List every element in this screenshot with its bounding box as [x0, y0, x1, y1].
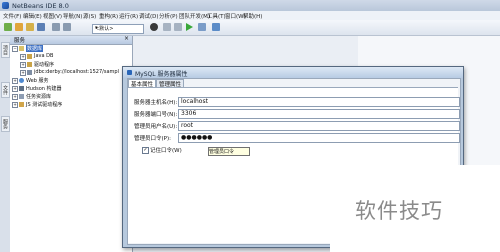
dialog-title-bar[interactable]: MySQL 服务器属性 [123, 67, 463, 78]
drivers-folder-icon [27, 62, 32, 67]
port-field[interactable]: 3306 [178, 109, 460, 119]
tree-item-js-test-driver[interactable]: + JS 测试驱动程序 [10, 101, 132, 108]
host-value: localhost [181, 98, 208, 105]
js-test-icon [19, 102, 24, 107]
new-file-icon[interactable] [4, 23, 12, 31]
menu-debug[interactable]: 调试(D) [139, 12, 159, 20]
hammer-build-icon[interactable] [163, 23, 171, 31]
menu-source[interactable]: 源(S) [83, 12, 96, 20]
menu-edit[interactable]: 编辑(E) [23, 12, 42, 20]
profile-icon[interactable] [212, 23, 220, 31]
java-db-icon [27, 54, 32, 59]
tree-item-drivers[interactable]: + 驱动程序 [10, 61, 132, 68]
database-icon [19, 46, 24, 51]
hudson-icon [19, 86, 24, 91]
menu-tools[interactable]: 工具(T) [207, 12, 226, 20]
tree-item-label: Hudson 构建器 [26, 86, 62, 92]
watermark-text: 软件技巧 [355, 199, 443, 223]
port-label: 服务器端口号(N): [134, 112, 178, 118]
admin-user-label: 管理员用户名(U): [134, 124, 178, 130]
tree-item-label: 数据库 [26, 45, 44, 52]
menu-refactor[interactable]: 重构(R) [99, 12, 118, 20]
expand-icon[interactable]: + [20, 54, 26, 60]
admin-password-value: ●●●●●● [181, 134, 213, 141]
window-title: NetBeans IDE 8.0 [12, 2, 69, 10]
dialog-app-icon [127, 70, 132, 75]
menu-team[interactable]: 团队开发(M) [179, 12, 210, 20]
expand-icon[interactable]: + [20, 70, 26, 76]
tree-item-label: Web 服务 [26, 78, 49, 84]
services-panel: 服务 × − 数据库 + Java DB + 驱动程序 + jdbc:derby… [10, 35, 133, 252]
remember-password-label: 记住口令(W) [150, 148, 182, 154]
expand-icon[interactable]: + [12, 78, 18, 84]
menu-profile[interactable]: 分析(P) [159, 12, 178, 20]
expand-icon[interactable]: + [12, 94, 18, 100]
repository-icon [19, 94, 24, 99]
config-settings-icon[interactable] [150, 23, 158, 31]
run-icon[interactable] [186, 23, 193, 31]
tree-item-javadb[interactable]: + Java DB [10, 53, 132, 60]
collapse-icon[interactable]: − [12, 46, 18, 52]
configuration-select[interactable]: <默认> ▾ [92, 24, 144, 34]
port-value: 3306 [181, 110, 197, 117]
tree-item-label: jdbc:derby://localhost:1527/sampl [34, 69, 119, 75]
menu-help[interactable]: 帮助(H) [243, 12, 262, 20]
tab-projects[interactable]: 项目 [1, 42, 10, 58]
globe-icon [19, 78, 24, 83]
admin-password-label: 管理员口令(P): [134, 136, 171, 142]
tree-item-databases[interactable]: − 数据库 [10, 45, 132, 52]
tab-files[interactable]: 文件 [1, 82, 10, 98]
services-panel-title: 服务 [14, 38, 26, 44]
chevron-down-icon: ▾ [95, 25, 98, 31]
host-field[interactable]: localhost [178, 97, 460, 107]
menu-view[interactable]: 视图(V) [43, 12, 62, 20]
dialog-title: MySQL 服务器属性 [135, 71, 188, 78]
save-all-icon[interactable] [37, 23, 45, 31]
undo-icon[interactable] [52, 23, 60, 31]
netbeans-logo-icon [2, 2, 9, 9]
connection-icon [27, 70, 32, 75]
admin-password-field[interactable]: ●●●●●● [178, 133, 460, 143]
tree-item-label: 任务资源库 [26, 94, 52, 100]
tree-item-task-repositories[interactable]: + 任务资源库 [10, 93, 132, 100]
menu-file[interactable]: 文件(F) [3, 12, 21, 20]
host-label: 服务器主机名(H): [134, 100, 178, 106]
window-title-bar: NetBeans IDE 8.0 [0, 0, 500, 11]
new-project-icon[interactable] [15, 23, 23, 31]
close-icon[interactable]: × [124, 35, 129, 42]
menu-run[interactable]: 运行(R) [119, 12, 138, 20]
admin-user-value: root [181, 122, 194, 129]
services-panel-header: 服务 × [10, 35, 132, 45]
menu-navigate[interactable]: 导航(N) [63, 12, 82, 20]
open-project-icon[interactable] [26, 23, 34, 31]
tree-item-label: Java DB [34, 53, 54, 59]
admin-user-field[interactable]: root [178, 121, 460, 131]
expand-icon[interactable]: + [20, 62, 26, 68]
debug-icon[interactable] [198, 23, 206, 31]
tree-item-hudson[interactable]: + Hudson 构建器 [10, 85, 132, 92]
main-toolbar: <默认> ▾ [0, 20, 500, 36]
redo-icon[interactable] [63, 23, 71, 31]
tree-item-label: 驱动程序 [34, 62, 55, 68]
clean-build-icon[interactable] [174, 23, 182, 31]
expand-icon[interactable]: + [12, 86, 18, 92]
remember-password-checkbox[interactable]: ✓ [142, 147, 149, 154]
tab-services[interactable]: 服务 [1, 116, 10, 132]
tree-item-label: JS 测试驱动程序 [26, 102, 63, 108]
tree-item-web-services[interactable]: + Web 服务 [10, 77, 132, 84]
password-tooltip: 管理员口令 [208, 147, 250, 156]
tree-item-jdbc-connection[interactable]: + jdbc:derby://localhost:1527/sampl [10, 69, 132, 76]
expand-icon[interactable]: + [12, 102, 18, 108]
